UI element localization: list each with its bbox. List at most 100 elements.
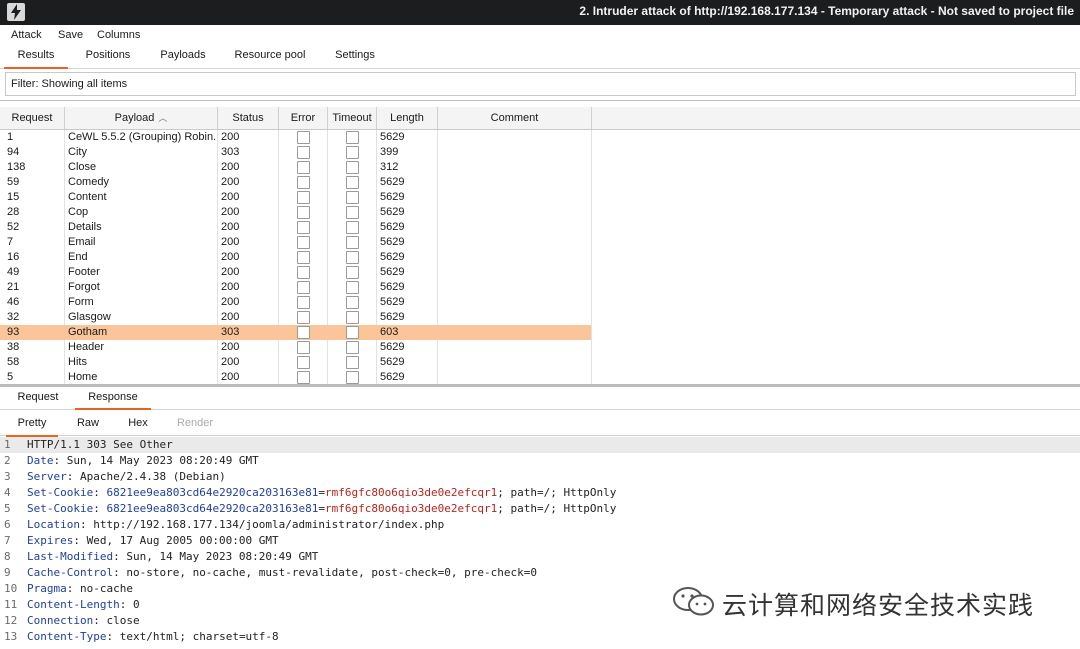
timeout-checkbox[interactable] bbox=[346, 206, 359, 219]
timeout-checkbox[interactable] bbox=[346, 221, 359, 234]
menu-attack[interactable]: Attack bbox=[11, 29, 42, 41]
table-row[interactable]: 49 Footer 200 5629 bbox=[0, 265, 591, 280]
error-checkbox[interactable] bbox=[297, 251, 310, 264]
timeout-checkbox[interactable] bbox=[346, 266, 359, 279]
tab-render: Render bbox=[176, 417, 214, 429]
response-line: 5 Set-Cookie: 6821ee9ea803cd64e2920ca2031… bbox=[0, 501, 1080, 517]
column-header-error[interactable]: Error bbox=[279, 107, 328, 129]
response-line: 8 Last-Modified: Sun, 14 May 2023 08:20:4… bbox=[0, 549, 1080, 565]
table-row[interactable]: 52 Details 200 5629 bbox=[0, 220, 591, 235]
cell-request: 32 bbox=[7, 311, 20, 323]
error-checkbox[interactable] bbox=[297, 371, 310, 384]
error-checkbox[interactable] bbox=[297, 356, 310, 369]
cell-status: 200 bbox=[221, 341, 240, 353]
error-checkbox[interactable] bbox=[297, 191, 310, 204]
cell-status: 303 bbox=[221, 146, 240, 158]
tab-hex[interactable]: Hex bbox=[116, 412, 160, 429]
cell-payload: End bbox=[68, 251, 88, 263]
error-checkbox[interactable] bbox=[297, 161, 310, 174]
menu-columns[interactable]: Columns bbox=[97, 29, 140, 41]
error-checkbox[interactable] bbox=[297, 281, 310, 294]
cell-request: 38 bbox=[7, 341, 20, 353]
timeout-checkbox[interactable] bbox=[346, 296, 359, 309]
tab-positions[interactable]: Positions bbox=[76, 46, 140, 61]
cell-length: 5629 bbox=[380, 221, 405, 233]
tab-request[interactable]: Request bbox=[8, 387, 68, 403]
timeout-checkbox[interactable] bbox=[346, 251, 359, 264]
timeout-checkbox[interactable] bbox=[346, 281, 359, 294]
table-row[interactable]: 32 Glasgow 200 5629 bbox=[0, 310, 591, 325]
tab-settings[interactable]: Settings bbox=[324, 46, 386, 61]
error-checkbox[interactable] bbox=[297, 146, 310, 159]
table-row[interactable]: 16 End 200 5629 bbox=[0, 250, 591, 265]
timeout-checkbox[interactable] bbox=[346, 371, 359, 384]
column-header-timeout[interactable]: Timeout bbox=[328, 107, 377, 129]
error-checkbox[interactable] bbox=[297, 236, 310, 249]
table-row[interactable]: 1 CeWL 5.5.2 (Grouping) Robin... 200 5629 bbox=[0, 130, 591, 145]
tab-payloads[interactable]: Payloads bbox=[150, 46, 216, 61]
timeout-checkbox[interactable] bbox=[346, 131, 359, 144]
tab-pretty[interactable]: Pretty bbox=[6, 412, 58, 437]
window-title: 2. Intruder attack of http://192.168.177… bbox=[579, 4, 1074, 18]
cell-length: 5629 bbox=[380, 206, 405, 218]
table-row[interactable]: 138 Close 200 312 bbox=[0, 160, 591, 175]
cell-payload: Header bbox=[68, 341, 105, 353]
table-row[interactable]: 21 Forgot 200 5629 bbox=[0, 280, 591, 295]
cell-payload: Details bbox=[68, 221, 102, 233]
cell-request: 49 bbox=[7, 266, 20, 278]
error-checkbox[interactable] bbox=[297, 206, 310, 219]
table-row[interactable]: 93 Gotham 303 603 bbox=[0, 325, 591, 340]
column-header-request[interactable]: Request bbox=[0, 107, 65, 129]
cell-payload: Email bbox=[68, 236, 96, 248]
table-row[interactable]: 28 Cop 200 5629 bbox=[0, 205, 591, 220]
timeout-checkbox[interactable] bbox=[346, 341, 359, 354]
response-line: 9 Cache-Control: no-store, no-cache, must… bbox=[0, 565, 1080, 581]
cell-status: 200 bbox=[221, 221, 240, 233]
timeout-checkbox[interactable] bbox=[346, 326, 359, 339]
filter-bar[interactable]: Filter: Showing all items bbox=[5, 72, 1076, 96]
tab-results[interactable]: Results bbox=[4, 46, 68, 69]
table-row[interactable]: 5 Home 200 5629 bbox=[0, 370, 591, 385]
timeout-checkbox[interactable] bbox=[346, 146, 359, 159]
cell-length: 5629 bbox=[380, 281, 405, 293]
error-checkbox[interactable] bbox=[297, 296, 310, 309]
error-checkbox[interactable] bbox=[297, 326, 310, 339]
table-row[interactable]: 94 City 303 399 bbox=[0, 145, 591, 160]
response-line: 6 Location: http://192.168.177.134/joomla… bbox=[0, 517, 1080, 533]
error-checkbox[interactable] bbox=[297, 221, 310, 234]
line-number: 11 bbox=[4, 598, 18, 611]
cell-payload: Forgot bbox=[68, 281, 100, 293]
table-row[interactable]: 58 Hits 200 5629 bbox=[0, 355, 591, 370]
cell-length: 5629 bbox=[380, 356, 405, 368]
error-checkbox[interactable] bbox=[297, 176, 310, 189]
cell-payload: Cop bbox=[68, 206, 89, 218]
tab-resource-pool[interactable]: Resource pool bbox=[228, 46, 312, 61]
error-checkbox[interactable] bbox=[297, 341, 310, 354]
timeout-checkbox[interactable] bbox=[346, 191, 359, 204]
table-row[interactable]: 7 Email 200 5629 bbox=[0, 235, 591, 250]
menu-save[interactable]: Save bbox=[58, 29, 83, 41]
table-row[interactable]: 46 Form 200 5629 bbox=[0, 295, 591, 310]
error-checkbox[interactable] bbox=[297, 266, 310, 279]
table-row[interactable]: 38 Header 200 5629 bbox=[0, 340, 591, 355]
cell-payload: City bbox=[68, 146, 87, 158]
column-header-status[interactable]: Status bbox=[218, 107, 279, 129]
table-row[interactable]: 59 Comedy 200 5629 bbox=[0, 175, 591, 190]
error-checkbox[interactable] bbox=[297, 131, 310, 144]
timeout-checkbox[interactable] bbox=[346, 161, 359, 174]
tab-response[interactable]: Response bbox=[75, 387, 151, 410]
cell-status: 200 bbox=[221, 161, 240, 173]
timeout-checkbox[interactable] bbox=[346, 236, 359, 249]
timeout-checkbox[interactable] bbox=[346, 356, 359, 369]
error-checkbox[interactable] bbox=[297, 311, 310, 324]
tab-raw[interactable]: Raw bbox=[66, 412, 110, 429]
timeout-checkbox[interactable] bbox=[346, 176, 359, 189]
column-header-payload[interactable]: Payload ︿ bbox=[65, 107, 218, 129]
timeout-checkbox[interactable] bbox=[346, 311, 359, 324]
column-header-comment[interactable]: Comment bbox=[438, 107, 592, 129]
column-header-length[interactable]: Length bbox=[377, 107, 438, 129]
cell-request: 138 bbox=[7, 161, 26, 173]
cell-status: 200 bbox=[221, 236, 240, 248]
table-row[interactable]: 15 Content 200 5629 bbox=[0, 190, 591, 205]
cell-status: 200 bbox=[221, 266, 240, 278]
